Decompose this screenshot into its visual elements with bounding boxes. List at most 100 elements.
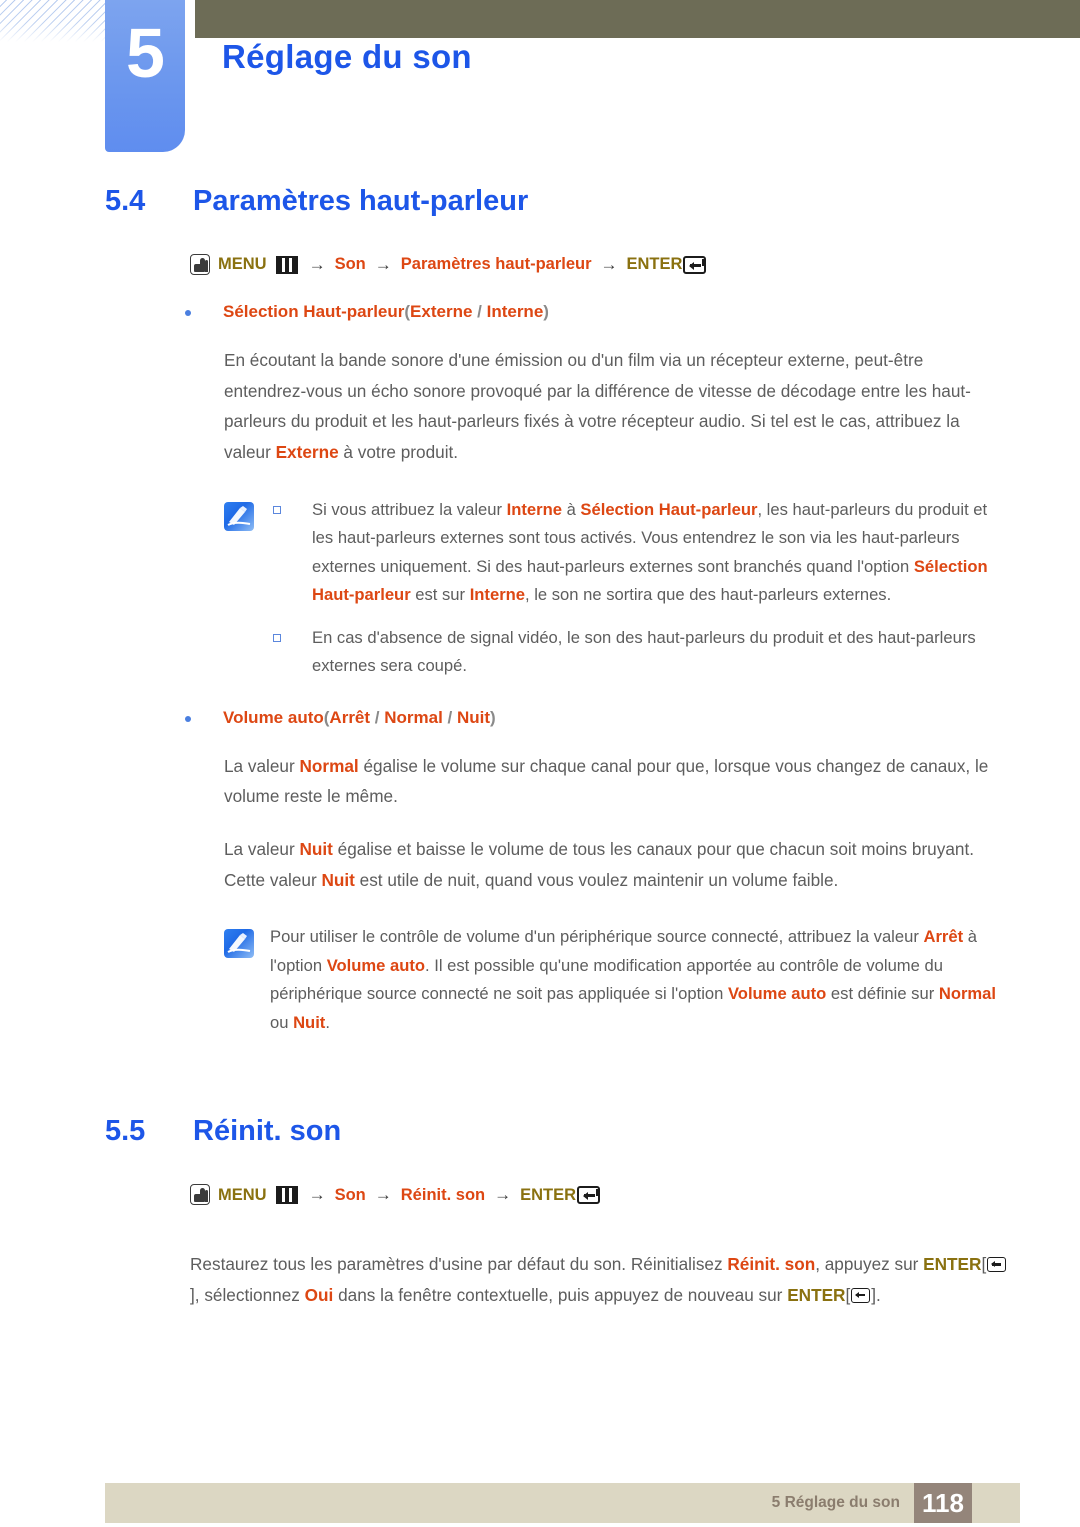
- bracket-open: [: [845, 1284, 851, 1305]
- page-content: 5.4 Paramètres haut-parleur MENU → Son →…: [0, 185, 1080, 1311]
- text-part: , sélectionnez: [194, 1284, 305, 1305]
- enter-label: ENTER: [520, 1185, 577, 1204]
- bullet-name: Volume auto: [223, 707, 324, 727]
- text-part: .: [876, 1284, 881, 1305]
- highlight-interne-2: Interne: [469, 585, 526, 605]
- arrow-icon: →: [374, 1185, 392, 1205]
- arrow-icon: →: [308, 1185, 326, 1205]
- option-interne: Interne: [486, 302, 544, 321]
- option-arret: Arrêt: [329, 707, 371, 727]
- enter-return-icon: [987, 1257, 1007, 1273]
- text-part: La valeur: [224, 755, 300, 776]
- page-header: 5 Réglage du son: [0, 0, 1080, 160]
- chapter-tab: 5: [105, 0, 185, 152]
- note-text: En cas d'absence de signal vidéo, le son…: [312, 627, 976, 676]
- highlight-arret: Arrêt: [923, 927, 964, 947]
- enter-return-icon: [577, 1185, 601, 1204]
- text-part: Si vous attribuez la valeur: [312, 499, 507, 519]
- note-item: En cas d'absence de signal vidéo, le son…: [270, 624, 1008, 681]
- highlight-normal-2: Normal: [938, 984, 997, 1004]
- text-part: Restaurez tous les paramètres d'usine pa…: [190, 1254, 728, 1275]
- paragraph-normal: La valeur Normal égalise le volume sur c…: [224, 751, 1008, 812]
- highlight-reinit-son: Réinit. son: [727, 1254, 816, 1275]
- section-heading-54: 5.4 Paramètres haut-parleur: [105, 185, 1080, 218]
- menu-path-55: MENU → Son → Réinit. son → ENTER: [190, 1184, 1080, 1206]
- bracket-open: [: [981, 1254, 987, 1275]
- text-part: est sur: [410, 585, 470, 605]
- text-part: La valeur: [224, 839, 300, 860]
- menu-item-reinit: Réinit. son: [400, 1185, 486, 1204]
- section-heading-55: 5.5 Réinit. son: [105, 1115, 1080, 1148]
- text-part: est utile de nuit, quand vous voulez mai…: [354, 869, 839, 890]
- text-part: .: [325, 1012, 330, 1032]
- sub-bullet-icon: [270, 496, 312, 610]
- sub-bullet-icon: [270, 624, 312, 681]
- note-block-1: Si vous attribuez la valeur Interne à Sé…: [224, 496, 1008, 681]
- menu-bars-icon: [275, 255, 298, 274]
- highlight-enter-2: ENTER: [787, 1284, 846, 1305]
- bullet-dot-icon: [183, 707, 223, 729]
- touch-button-icon: [190, 254, 210, 275]
- bullet-label: Sélection Haut-parleur(Externe / Interne…: [223, 301, 549, 323]
- paren-close: ): [543, 302, 549, 321]
- highlight-nuit: Nuit: [299, 839, 333, 860]
- menu-item-son: Son: [334, 1185, 366, 1204]
- highlight-oui: Oui: [304, 1284, 334, 1305]
- highlight-volume-auto-2: Volume auto: [727, 984, 827, 1004]
- option-normal: Normal: [384, 707, 443, 727]
- option-separator: /: [442, 707, 457, 727]
- section-number-55: 5.5: [105, 1115, 146, 1148]
- section-title-54: Paramètres haut-parleur: [193, 185, 529, 217]
- paragraph-externe: En écoutant la bande sonore d'une émissi…: [224, 345, 1008, 467]
- option-separator: /: [472, 302, 487, 321]
- highlight-externe: Externe: [275, 441, 339, 462]
- bullet-dot-icon: [183, 301, 223, 323]
- enter-return-icon: [851, 1287, 871, 1303]
- option-nuit: Nuit: [456, 707, 491, 727]
- menu-bars-icon: [275, 1185, 298, 1204]
- section-number-54: 5.4: [105, 185, 146, 217]
- menu-item-parametres: Paramètres haut-parleur: [400, 255, 592, 274]
- text-part: , appuyez sur: [815, 1254, 924, 1275]
- bullet-label: Volume auto(Arrêt / Normal / Nuit): [223, 707, 496, 729]
- note-item: Si vous attribuez la valeur Interne à Sé…: [270, 496, 1008, 610]
- option-separator: /: [370, 707, 385, 727]
- paragraph-reinit: Restaurez tous les paramètres d'usine pa…: [190, 1249, 1008, 1310]
- highlight-selection: Sélection Haut-parleur: [580, 499, 758, 519]
- header-olive-bar: [195, 0, 1080, 38]
- highlight-interne: Interne: [506, 499, 562, 519]
- note-body: Pour utiliser le contrôle de volume d'un…: [270, 923, 1008, 1037]
- text-part: , le son ne sortira que des haut-parleur…: [525, 585, 892, 605]
- paren-close: ): [490, 707, 496, 727]
- menu-path-54: MENU → Son → Paramètres haut-parleur → E…: [190, 254, 1080, 275]
- arrow-icon: →: [600, 255, 618, 274]
- menu-label: MENU: [218, 1185, 267, 1204]
- bullet-selection-haut-parleur: Sélection Haut-parleur(Externe / Interne…: [183, 301, 1080, 323]
- note-body: Si vous attribuez la valeur Interne à Sé…: [270, 496, 1008, 681]
- page-footer: 5 Réglage du son 118: [105, 1483, 1020, 1523]
- note-text: Pour utiliser le contrôle de volume d'un…: [270, 923, 1008, 1037]
- chapter-title: Réglage du son: [222, 38, 472, 75]
- bullet-name: Sélection Haut-parleur: [223, 302, 405, 321]
- note-pencil-icon: [224, 501, 254, 531]
- section-title-55: Réinit. son: [193, 1115, 342, 1148]
- page-number: 118: [914, 1483, 972, 1523]
- menu-item-son: Son: [334, 255, 366, 274]
- option-externe: Externe: [410, 302, 473, 321]
- highlight-nuit-3: Nuit: [293, 1012, 326, 1032]
- footer-chapter-label: 5 Réglage du son: [771, 1494, 900, 1511]
- bullet-volume-auto: Volume auto(Arrêt / Normal / Nuit): [183, 707, 1080, 729]
- highlight-volume-auto: Volume auto: [326, 955, 426, 975]
- enter-label: ENTER: [626, 255, 683, 274]
- touch-button-icon: [190, 1184, 210, 1206]
- arrow-icon: →: [308, 255, 326, 274]
- enter-return-icon: [683, 255, 707, 274]
- menu-label: MENU: [218, 255, 267, 274]
- text-part: ou: [270, 1012, 294, 1032]
- paragraph-nuit: La valeur Nuit égalise et baisse le volu…: [224, 834, 1008, 895]
- chapter-number: 5: [126, 14, 165, 92]
- text-part: à: [561, 499, 581, 519]
- arrow-icon: →: [374, 255, 392, 274]
- note-text: Si vous attribuez la valeur Interne à Sé…: [312, 496, 1008, 610]
- note-pencil-icon: [224, 929, 254, 959]
